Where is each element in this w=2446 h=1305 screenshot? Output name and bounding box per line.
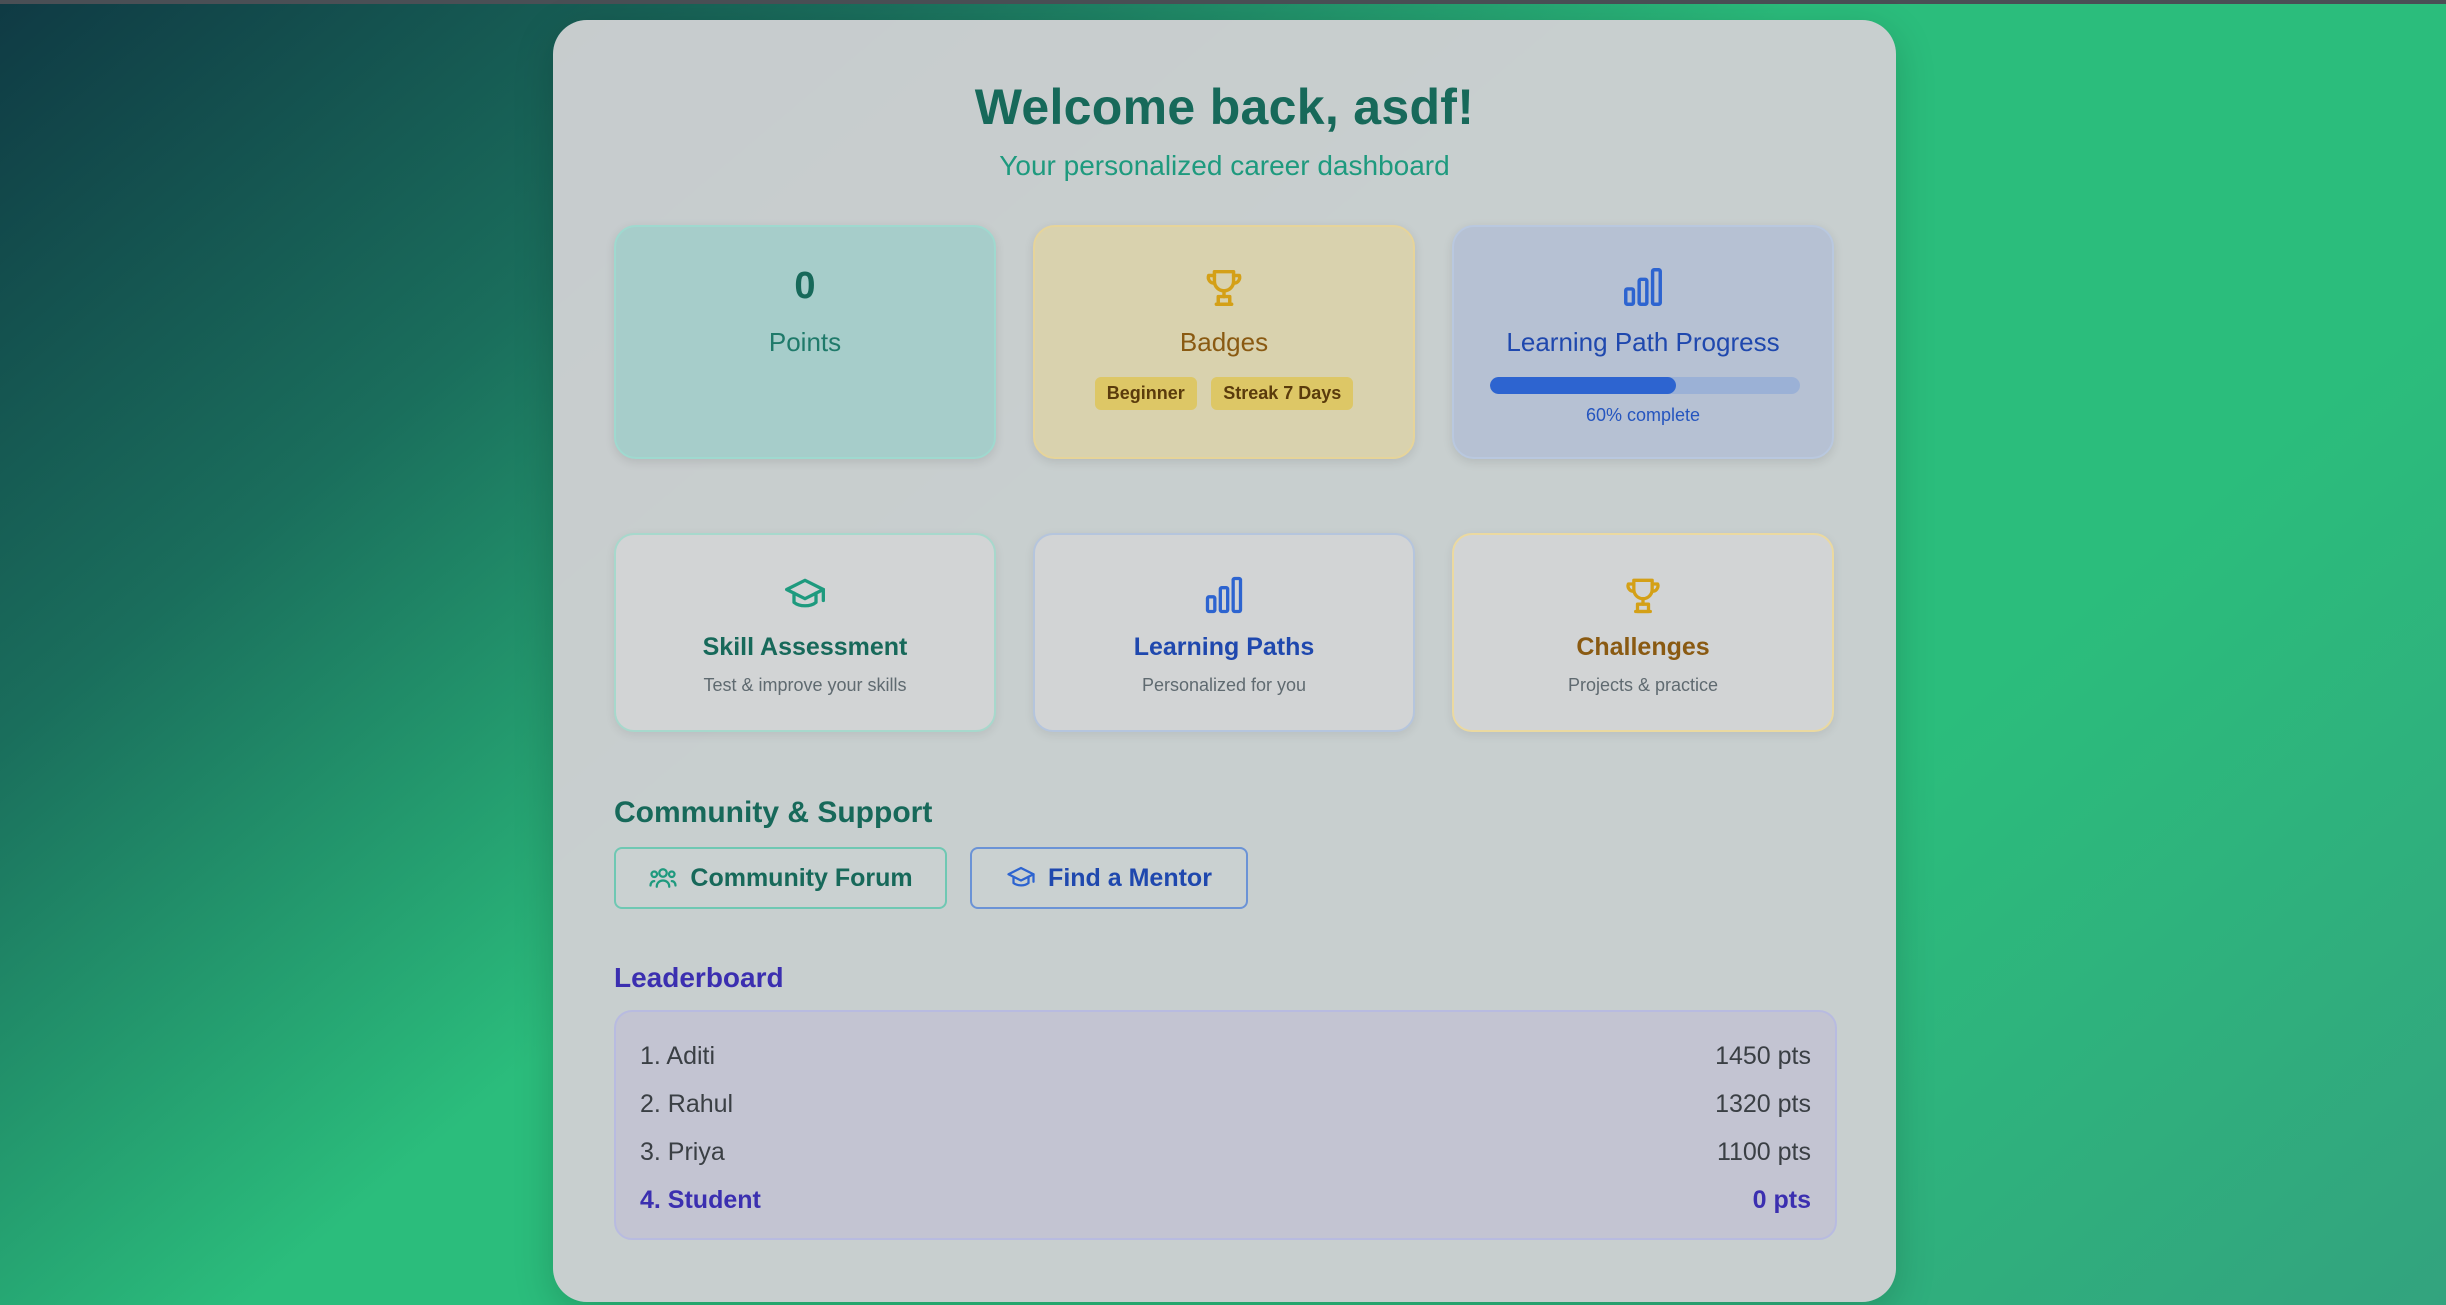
graduation-cap-icon xyxy=(785,578,825,608)
badge-chip: Streak 7 Days xyxy=(1211,377,1354,410)
leaderboard-name: 1. Aditi xyxy=(640,1041,716,1070)
learning-progress-card: Learning Path Progress 60% complete xyxy=(1452,225,1834,459)
leaderboard-row: 3. Priya 1100 pts xyxy=(640,1128,1811,1176)
leaderboard-name: 2. Rahul xyxy=(640,1089,734,1118)
browser-top-edge xyxy=(0,0,2446,4)
bar-chart-icon xyxy=(1205,576,1243,614)
bar-chart-icon xyxy=(1624,268,1662,306)
badge-list: Beginner Streak 7 Days xyxy=(1035,377,1413,410)
progress-text: 60% complete xyxy=(1585,405,1701,425)
graduation-cap-icon xyxy=(1007,866,1035,887)
trophy-icon xyxy=(1206,269,1242,306)
feature-title: Challenges xyxy=(1576,633,1710,661)
challenges-card[interactable]: Challenges Projects & practice xyxy=(1452,533,1834,732)
leaderboard-title: Leaderboard xyxy=(614,962,784,993)
leaderboard-list: 1. Aditi 1450 pts 2. Rahul 1320 pts 3. P… xyxy=(614,1010,1837,1240)
leaderboard-points: 1100 pts xyxy=(1716,1137,1811,1166)
points-value: 0 xyxy=(794,265,816,307)
users-icon xyxy=(649,868,678,888)
leaderboard-row: 2. Rahul 1320 pts xyxy=(640,1080,1811,1128)
leaderboard-points: 1320 pts xyxy=(1715,1089,1811,1118)
feature-subtitle: Test & improve your skills xyxy=(703,675,907,695)
feature-subtitle: Personalized for you xyxy=(1141,675,1307,695)
leaderboard-name: 3. Priya xyxy=(640,1137,725,1166)
points-card: 0 Points xyxy=(614,225,996,459)
feature-subtitle: Projects & practice xyxy=(1567,675,1719,695)
trophy-icon xyxy=(1626,578,1660,614)
points-label: Points xyxy=(768,327,842,357)
community-forum-button[interactable]: Community Forum xyxy=(614,847,947,909)
badges-card: Badges Beginner Streak 7 Days xyxy=(1033,225,1415,459)
badge-chip: Beginner xyxy=(1094,377,1197,410)
skill-assessment-card[interactable]: Skill Assessment Test & improve your ski… xyxy=(614,533,996,732)
feature-title: Learning Paths xyxy=(1133,633,1315,661)
progress-label: Learning Path Progress xyxy=(1506,327,1780,357)
dashboard-card: Welcome back, asdf! Your personalized ca… xyxy=(553,20,1896,1302)
community-section-title: Community & Support xyxy=(614,796,933,829)
leaderboard-points: 0 pts xyxy=(1752,1185,1811,1214)
progress-bar-fill xyxy=(1490,377,1676,394)
find-mentor-button[interactable]: Find a Mentor xyxy=(970,847,1248,909)
leaderboard-row-current-user: 4. Student 0 pts xyxy=(640,1176,1811,1224)
progress-bar xyxy=(1490,377,1800,394)
page-subtitle: Your personalized career dashboard xyxy=(999,150,1450,181)
community-forum-label: Community Forum xyxy=(690,863,913,892)
find-mentor-label: Find a Mentor xyxy=(1048,863,1212,892)
leaderboard-row: 1. Aditi 1450 pts xyxy=(640,1032,1811,1080)
leaderboard-points: 1450 pts xyxy=(1715,1041,1811,1070)
feature-title: Skill Assessment xyxy=(702,633,908,661)
learning-paths-card[interactable]: Learning Paths Personalized for you xyxy=(1033,533,1415,732)
badges-label: Badges xyxy=(1179,327,1269,357)
page-title: Welcome back, asdf! xyxy=(974,79,1475,135)
leaderboard-name: 4. Student xyxy=(640,1185,761,1214)
